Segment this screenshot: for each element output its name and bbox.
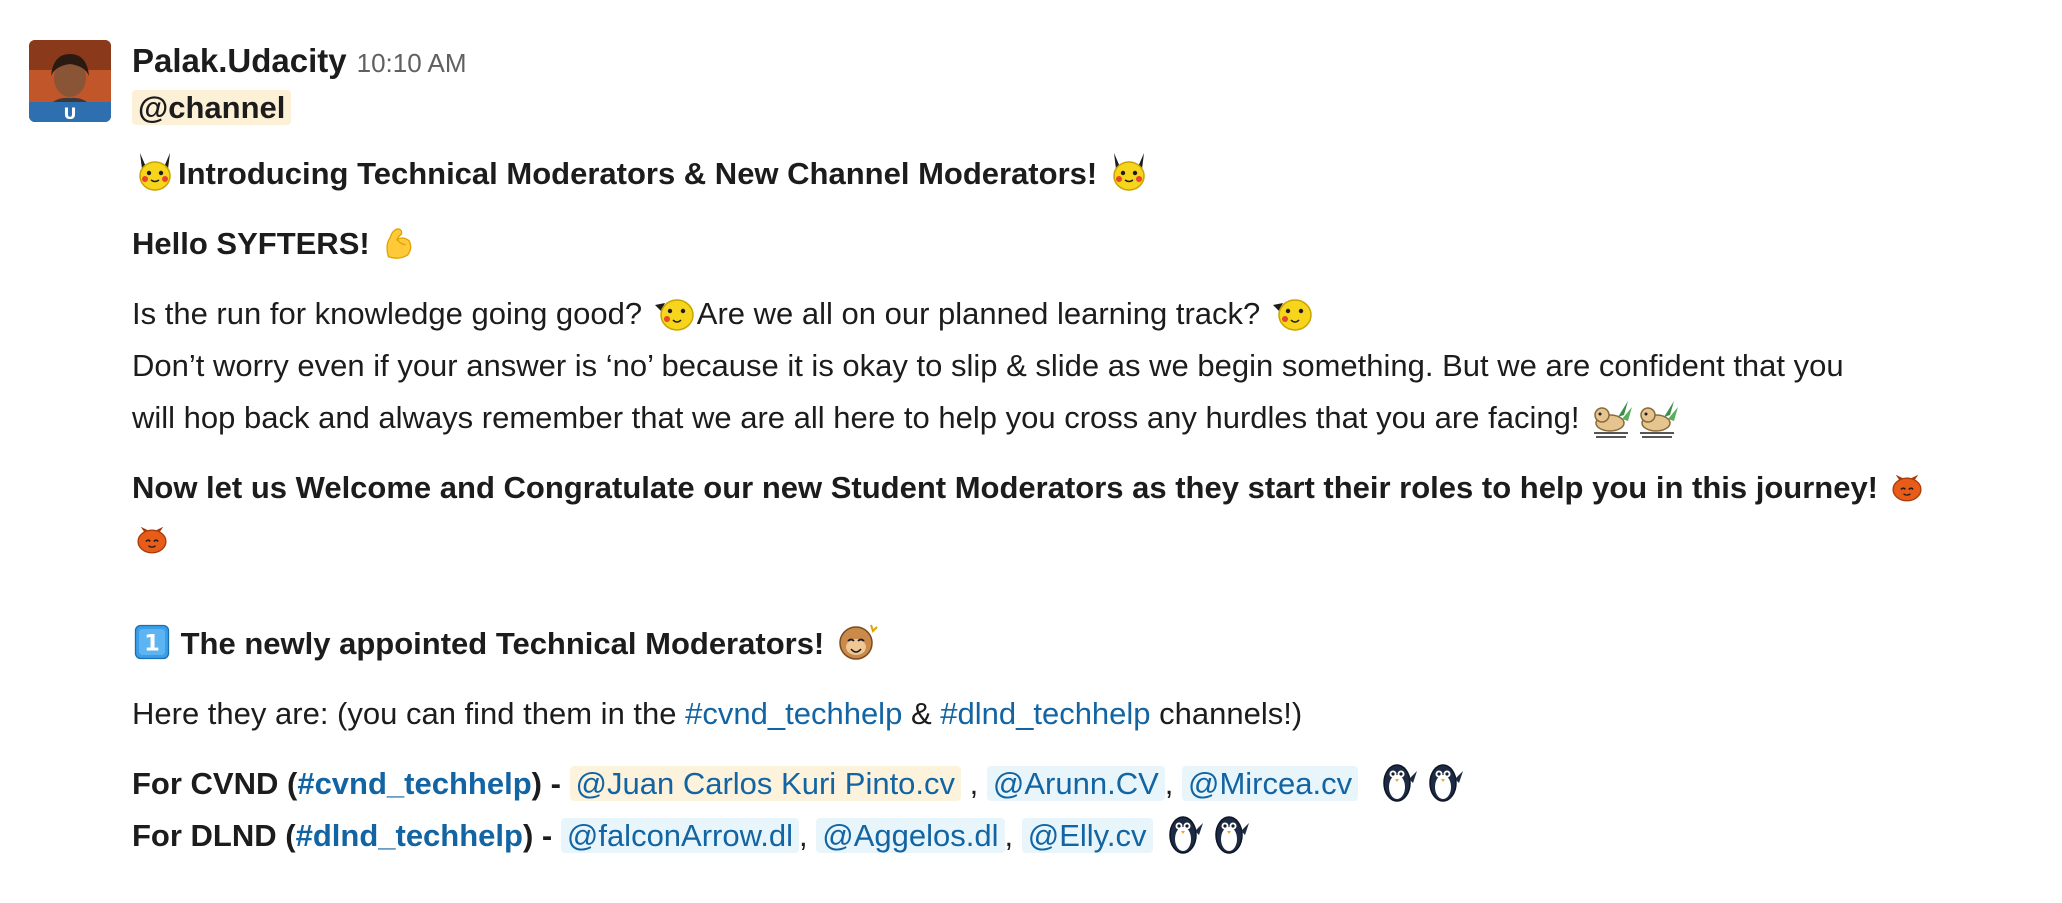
announcement-title: Introducing Technical Moderators & New C… — [178, 156, 1098, 191]
user-mention[interactable]: @Aggelos.dl — [816, 818, 1005, 853]
paragraph-reassure-1: Don’t worry even if your answer is ‘no’ … — [132, 348, 1844, 383]
dlnd-moderators-line: For DLND (#dlnd_techhelp) - @falconArrow… — [132, 810, 2032, 862]
paragraph-reassure-2: will hop back and always remember that w… — [132, 392, 2032, 444]
message: U Palak.Udacity 10:10 AM @channel Introdu… — [0, 0, 2062, 903]
user-mention[interactable]: @Arunn.CV — [986, 766, 1165, 801]
svg-text:U: U — [64, 104, 77, 122]
timestamp[interactable]: 10:10 AM — [357, 48, 467, 78]
message-body: Palak.Udacity 10:10 AM @channel Introduci… — [132, 36, 2032, 862]
channel-link-dlnd[interactable]: #dlnd_techhelp — [940, 696, 1150, 731]
channels-hint-amp: & — [910, 696, 932, 731]
penguin-icon[interactable] — [1375, 759, 1421, 805]
dlnd-channel-link[interactable]: #dlnd_techhelp — [296, 818, 523, 853]
cvnd-channel-link[interactable]: #cvnd_techhelp — [297, 766, 531, 801]
user-mention[interactable]: @Mircea.cv — [1182, 766, 1359, 801]
welcome-line: Now let us Welcome and Congratulate our … — [132, 462, 2032, 514]
dlnd-prefix: For DLND ( — [132, 818, 296, 853]
penguin-icon[interactable] — [1421, 759, 1467, 805]
announcement-title-line: Introducing Technical Moderators & New C… — [132, 148, 2032, 200]
keycap-1-icon[interactable] — [132, 622, 172, 662]
dancing-dog-icon[interactable] — [1634, 393, 1680, 439]
welcome-line-2 — [132, 514, 2032, 566]
user-mention[interactable]: @Elly.cv — [1021, 818, 1153, 853]
pumpkin-icon[interactable] — [1887, 466, 1927, 506]
pikachu-icon[interactable] — [1106, 149, 1152, 195]
channels-hint-prefix: Here they are: (you can find them in the — [132, 696, 677, 731]
pumpkin-icon[interactable] — [132, 518, 172, 558]
muscle-icon[interactable] — [378, 222, 418, 262]
paragraph-question: Is the run for knowledge going good? Are… — [132, 288, 2032, 340]
penguin-icon[interactable] — [1207, 811, 1253, 857]
avatar[interactable]: U — [29, 40, 111, 122]
cvnd-moderators-line: For CVND (#cvnd_techhelp) - @Juan Carlos… — [132, 758, 2032, 810]
channels-hint-suffix: channels!) — [1159, 696, 1303, 731]
penguin-icon[interactable] — [1161, 811, 1207, 857]
pikachu-face-icon[interactable] — [1269, 289, 1315, 335]
channel-mention[interactable]: @channel — [132, 90, 292, 125]
dancing-dog-icon[interactable] — [1588, 393, 1634, 439]
greeting: Hello SYFTERS! — [132, 226, 370, 261]
pikachu-icon[interactable] — [132, 149, 178, 195]
channels-hint-line: Here they are: (you can find them in the… — [132, 688, 2032, 740]
section-title-line: The newly appointed Technical Moderators… — [132, 618, 2032, 670]
section-title: The newly appointed Technical Moderators… — [180, 626, 825, 661]
monkey-celebrate-icon[interactable] — [833, 619, 879, 665]
dlnd-suffix: ) - — [522, 818, 553, 853]
author-name[interactable]: Palak.Udacity — [132, 42, 347, 79]
pikachu-face-icon[interactable] — [651, 289, 697, 335]
cvnd-suffix: ) - — [531, 766, 561, 801]
channel-link-cvnd[interactable]: #cvnd_techhelp — [685, 696, 902, 731]
question-2: Are we all on our planned learning track… — [696, 296, 1261, 331]
welcome-text: Now let us Welcome and Congratulate our … — [132, 470, 1879, 505]
reassure-text: will hop back and always remember that w… — [132, 400, 1580, 435]
greeting-line: Hello SYFTERS! — [132, 218, 2032, 270]
user-mention[interactable]: @falconArrow.dl — [560, 818, 800, 853]
cvnd-prefix: For CVND ( — [132, 766, 298, 801]
user-mention[interactable]: @Juan Carlos Kuri Pinto.cv — [569, 766, 962, 801]
avatar-image: U — [29, 40, 111, 122]
question-1: Is the run for knowledge going good? — [132, 296, 643, 331]
